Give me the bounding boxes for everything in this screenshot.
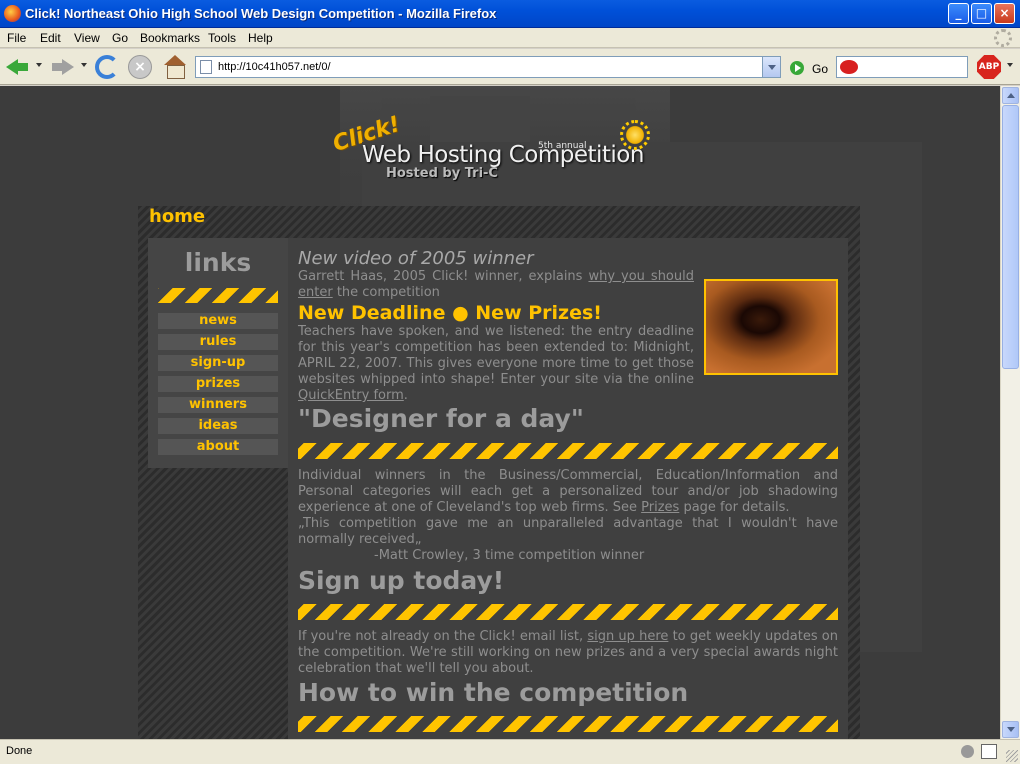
menu-bar: File Edit View Go Bookmarks Tools Help: [0, 28, 1020, 48]
main-content: New video of 2005 winner Garrett Haas, 2…: [288, 238, 848, 739]
deadline-text: Teachers have spoken, and we listened: t…: [298, 324, 694, 387]
sunburst-icon: [620, 120, 650, 150]
menu-go[interactable]: Go: [112, 31, 128, 45]
go-button[interactable]: Go: [812, 62, 828, 76]
resize-grip-icon[interactable]: [1006, 750, 1018, 762]
back-dropdown-icon[interactable]: [36, 63, 42, 67]
menu-edit[interactable]: Edit: [40, 31, 61, 45]
url-dropdown-icon[interactable]: [762, 57, 780, 77]
signup-heading: Sign up today!: [298, 566, 505, 595]
sidebar-item-ideas[interactable]: ideas: [158, 418, 278, 434]
winner-video-thumbnail[interactable]: [704, 279, 838, 375]
menu-tools[interactable]: Tools: [208, 31, 236, 45]
menu-help[interactable]: Help: [248, 31, 273, 45]
designer-paragraph: Individual winners in the Business/Comme…: [298, 468, 838, 516]
search-engine-icon[interactable]: [840, 60, 858, 74]
throbber-icon: [994, 29, 1012, 47]
designer-heading: "Designer for a day": [298, 404, 584, 433]
menu-file[interactable]: File: [7, 31, 26, 45]
sidebar-item-prizes[interactable]: prizes: [158, 376, 278, 392]
sidebar-item-rules[interactable]: rules: [158, 334, 278, 350]
sidebar-item-sign-up[interactable]: sign-up: [158, 355, 278, 371]
status-bar: Done: [0, 739, 1020, 764]
page-info-icon[interactable]: [981, 744, 997, 759]
hazard-stripe: [298, 443, 838, 459]
url-input[interactable]: [218, 59, 758, 75]
go-icon[interactable]: [790, 61, 804, 75]
address-bar[interactable]: [195, 56, 781, 78]
menu-view[interactable]: View: [74, 31, 100, 45]
maximize-button[interactable]: □: [971, 3, 992, 24]
video-text-end: the competition: [332, 285, 440, 300]
firefox-icon: [4, 5, 21, 22]
sidebar-item-about[interactable]: about: [158, 439, 278, 455]
video-text: Garrett Haas, 2005 Click! winner, explai…: [298, 269, 589, 284]
designer-text-end: page for details.: [679, 500, 790, 515]
hazard-stripe: [158, 288, 278, 303]
deadline-paragraph: Teachers have spoken, and we listened: t…: [298, 324, 694, 404]
close-button[interactable]: ×: [994, 3, 1015, 24]
scroll-down-icon[interactable]: [1002, 721, 1019, 738]
section-heading: home: [149, 206, 206, 227]
logo-annual: 5th annual: [538, 141, 587, 151]
status-text: Done: [6, 745, 33, 757]
quickentry-link[interactable]: QuickEntry form: [298, 388, 404, 403]
deadline-text-end: .: [403, 388, 408, 403]
forward-icon[interactable]: [50, 55, 74, 79]
window-titlebar[interactable]: Click! Northeast Ohio High School Web De…: [0, 0, 1020, 28]
howto-heading: How to win the competition: [298, 678, 689, 707]
video-paragraph: Garrett Haas, 2005 Click! winner, explai…: [298, 269, 694, 301]
signup-text: If you're not already on the Click! emai…: [298, 629, 588, 644]
vertical-scrollbar[interactable]: [1000, 86, 1020, 739]
back-icon[interactable]: [6, 55, 30, 79]
home-icon[interactable]: [163, 55, 187, 79]
sign-up-here-link[interactable]: sign up here: [587, 629, 668, 644]
navigation-toolbar: × Go ABP: [0, 49, 1020, 85]
video-heading: New video of 2005 winner: [298, 248, 534, 269]
scroll-up-icon[interactable]: [1002, 87, 1019, 104]
page-viewport: Click! Web Hosting Competition 5th annua…: [0, 86, 1000, 739]
noscript-icon[interactable]: [961, 745, 974, 758]
quote-author: -Matt Crowley, 3 time competition winner: [374, 548, 645, 563]
hazard-stripe: [298, 716, 838, 732]
sidebar-item-winners[interactable]: winners: [158, 397, 278, 413]
menu-bookmarks[interactable]: Bookmarks: [140, 31, 200, 45]
deadline-heading: New Deadline ● New Prizes!: [298, 302, 602, 324]
sidebar-item-news[interactable]: news: [158, 313, 278, 329]
page-icon: [200, 60, 212, 74]
signup-paragraph: If you're not already on the Click! emai…: [298, 629, 838, 677]
minimize-button[interactable]: _: [948, 3, 969, 24]
site-logo[interactable]: Click! Web Hosting Competition 5th annua…: [330, 112, 922, 652]
scroll-thumb[interactable]: [1002, 105, 1019, 369]
testimonial-quote: „This competition gave me an unparallele…: [298, 516, 838, 547]
window-title: Click! Northeast Ohio High School Web De…: [25, 6, 497, 21]
stop-icon[interactable]: ×: [128, 55, 152, 79]
adblock-dropdown-icon[interactable]: [1007, 63, 1013, 67]
logo-hosted-by: Hosted by Tri-C: [386, 166, 498, 181]
sidebar: links news rules sign-up prizes winners …: [148, 238, 288, 468]
hazard-stripe: [298, 604, 838, 620]
forward-dropdown-icon[interactable]: [81, 63, 87, 67]
reload-icon[interactable]: [95, 55, 119, 79]
sidebar-title: links: [184, 248, 252, 277]
adblock-icon[interactable]: ABP: [977, 55, 1001, 79]
search-input[interactable]: [836, 56, 968, 78]
prizes-link[interactable]: Prizes: [641, 500, 679, 515]
